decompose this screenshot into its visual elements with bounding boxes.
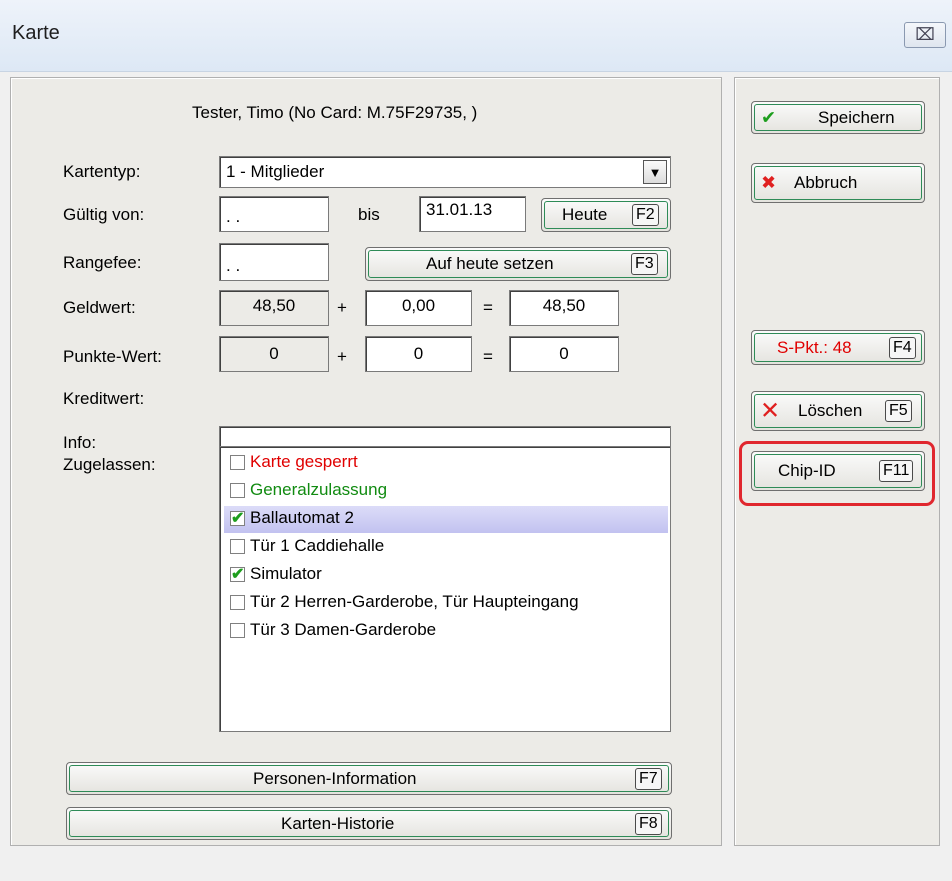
rangefee-value: . .	[226, 256, 241, 275]
geldwert-add-field[interactable]: 0,00	[365, 290, 472, 326]
checkmark-icon: ✔	[231, 566, 245, 583]
checkmark-icon: ✔	[761, 107, 777, 127]
punkte-equals-sign: =	[483, 347, 493, 366]
rangefee-field[interactable]: . .	[219, 243, 329, 281]
personen-shortcut-key: F7	[635, 767, 662, 790]
punkte-total-value: 0	[559, 344, 569, 363]
dropdown-arrow-button[interactable]: ▼	[643, 160, 667, 184]
geldwert-equals-sign: =	[483, 298, 493, 317]
checkbox[interactable]	[230, 623, 245, 638]
abbruch-label: Abbruch	[794, 173, 858, 192]
checkbox[interactable]	[230, 539, 245, 554]
info-label: Info:	[63, 433, 97, 452]
auf-heute-shortcut-key: F3	[631, 253, 658, 275]
kreditwert-label: Kreditwert:	[63, 389, 145, 408]
gueltig-von-value: . .	[226, 207, 241, 226]
personen-information-button[interactable]: Personen-Information F7	[66, 762, 672, 795]
historie-shortcut-key: F8	[635, 812, 662, 835]
zugelassen-label: Zugelassen:	[63, 455, 156, 474]
delete-icon: ✕	[760, 397, 781, 425]
s-pkt-button[interactable]: S-Pkt.: 48 F4	[751, 330, 925, 365]
kartentyp-select[interactable]: 1 - Mitglieder ▼	[219, 156, 671, 188]
checklist-item-label: Karte gesperrt	[250, 452, 358, 471]
karten-historie-label: Karten-Historie	[281, 813, 395, 833]
checkbox[interactable]	[230, 595, 245, 610]
gueltig-von-label: Gültig von:	[63, 205, 145, 224]
s-pkt-shortcut-key: F4	[889, 336, 916, 359]
s-pkt-label: S-Pkt.: 48	[777, 337, 852, 357]
loeschen-button[interactable]: ✕ Löschen F5	[751, 391, 925, 431]
personen-information-label: Personen-Information	[253, 768, 417, 788]
loeschen-shortcut-key: F5	[885, 400, 912, 422]
bis-field[interactable]: 31.01.13	[419, 196, 526, 232]
geldwert-label: Geldwert:	[63, 298, 136, 317]
geldwert-current-value: 48,50	[252, 296, 296, 315]
punkte-current-field: 0	[219, 336, 329, 372]
checklist-item-label: Simulator	[250, 564, 322, 583]
checklist-item-label: Tür 2 Herren-Garderobe, Tür Haupteingang	[250, 592, 579, 611]
heute-shortcut-key: F2	[632, 204, 659, 226]
rangefee-label: Rangefee:	[63, 253, 142, 272]
chevron-down-icon: ▼	[648, 165, 662, 180]
gueltig-von-field[interactable]: . .	[219, 196, 329, 232]
checkbox[interactable]	[230, 483, 245, 498]
close-button[interactable]: ⌧	[904, 22, 946, 48]
person-info-line: Tester, Timo (No Card: M.75F29735, )	[192, 103, 478, 122]
chip-id-shortcut-key: F11	[879, 460, 914, 482]
auf-heute-setzen-label: Auf heute setzen	[426, 254, 554, 273]
title-bar: Karte ⌧	[0, 0, 952, 72]
checklist-item[interactable]: ✔ Ballautomat 2	[224, 506, 668, 533]
punkte-add-value: 0	[413, 344, 424, 363]
kartentyp-value: 1 - Mitglieder	[226, 162, 325, 181]
geldwert-total-field[interactable]: 48,50	[509, 290, 619, 326]
checklist-item[interactable]: Generalzulassung	[224, 478, 668, 505]
karte-window: Karte ⌧ Tester, Timo (No Card: M.75F2973…	[0, 0, 952, 881]
auf-heute-setzen-button[interactable]: Auf heute setzen F3	[365, 247, 671, 281]
punkte-total-field[interactable]: 0	[509, 336, 619, 372]
bis-value: 31.01.13	[426, 200, 493, 219]
cancel-icon: ✖	[761, 172, 777, 193]
chip-id-label: Chip-ID	[778, 461, 836, 480]
checkbox[interactable]: ✔	[230, 510, 245, 527]
checklist-item-label: Tür 1 Caddiehalle	[250, 536, 385, 555]
checklist-item[interactable]: Tür 3 Damen-Garderobe	[224, 618, 668, 645]
heute-button-label: Heute	[562, 205, 608, 224]
heute-button[interactable]: Heute F2	[541, 198, 671, 232]
abbruch-button[interactable]: ✖ Abbruch	[751, 163, 925, 203]
geldwert-plus-sign: +	[337, 298, 347, 317]
checklist-item[interactable]: Tür 2 Herren-Garderobe, Tür Haupteingang	[224, 590, 668, 617]
chip-id-button[interactable]: Chip-ID F11	[751, 451, 925, 491]
speichern-button[interactable]: ✔ Speichern	[751, 101, 925, 134]
bis-label: bis	[358, 205, 380, 224]
punkte-current-value: 0	[269, 344, 279, 363]
punkte-add-field[interactable]: 0	[365, 336, 472, 372]
punkte-plus-sign: +	[337, 347, 347, 366]
checkbox[interactable]	[230, 455, 245, 470]
loeschen-label: Löschen	[798, 401, 863, 420]
window-title: Karte	[12, 22, 60, 44]
checklist-item[interactable]: ✔ Simulator	[224, 562, 668, 589]
kartentyp-label: Kartentyp:	[63, 162, 141, 181]
checkbox[interactable]: ✔	[230, 566, 245, 583]
speichern-label: Speichern	[818, 107, 895, 127]
punkte-wert-label: Punkte-Wert:	[63, 347, 162, 366]
checklist-item-label: Generalzulassung	[250, 480, 388, 499]
checklist-item[interactable]: Karte gesperrt	[224, 450, 668, 477]
checklist-item[interactable]: Tür 1 Caddiehalle	[224, 534, 668, 561]
geldwert-add-value: 0,00	[401, 296, 436, 315]
zugelassen-checklist[interactable]: Karte gesperrt Generalzulassung ✔ Ballautom…	[219, 446, 671, 732]
checklist-item-label: Tür 3 Damen-Garderobe	[250, 620, 437, 639]
close-icon: ⌧	[915, 25, 935, 44]
checklist-item-label: Ballautomat 2	[250, 508, 354, 527]
karten-historie-button[interactable]: Karten-Historie F8	[66, 807, 672, 840]
checkmark-icon: ✔	[231, 510, 245, 527]
geldwert-total-value: 48,50	[542, 296, 586, 315]
geldwert-current-field: 48,50	[219, 290, 329, 326]
